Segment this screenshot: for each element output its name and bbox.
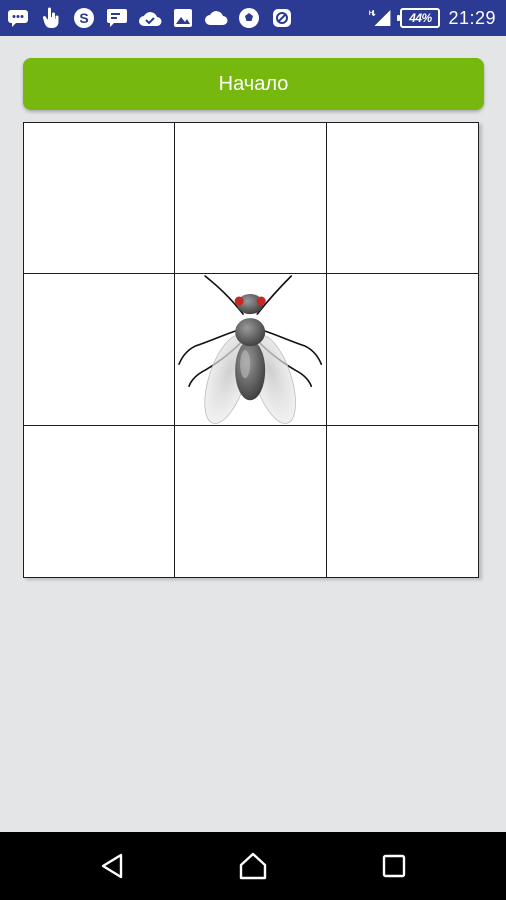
- battery-icon: 44%: [397, 8, 441, 28]
- game-board: [23, 122, 479, 578]
- cloud-icon: [204, 6, 228, 30]
- status-bar: S H 44% 21:29: [0, 0, 506, 36]
- fly-icon: [178, 275, 323, 425]
- notification-icons: S: [6, 6, 294, 30]
- home-icon[interactable]: [233, 846, 273, 886]
- cloud-check-icon: [138, 6, 162, 30]
- board-cell[interactable]: [175, 123, 327, 275]
- battery-percent: 44%: [409, 11, 432, 25]
- image-icon: [171, 6, 195, 30]
- skype-icon: S: [72, 6, 96, 30]
- svg-text:H: H: [369, 10, 374, 17]
- soccer-icon: [237, 6, 261, 30]
- recents-icon[interactable]: [374, 846, 414, 886]
- board-cell[interactable]: [326, 123, 478, 275]
- chat-icon: [105, 6, 129, 30]
- navigation-bar: [0, 832, 506, 900]
- board-cell[interactable]: [24, 123, 176, 275]
- board-cell[interactable]: [24, 274, 176, 426]
- signal-icon: H: [368, 6, 392, 30]
- board-cell[interactable]: [326, 274, 478, 426]
- board-cell-fly[interactable]: [175, 274, 327, 426]
- start-button[interactable]: Начало: [23, 58, 484, 110]
- back-icon[interactable]: [93, 846, 133, 886]
- board-cell[interactable]: [327, 426, 478, 577]
- message-icon: [6, 6, 30, 30]
- app-icon: [270, 6, 294, 30]
- hand-icon: [39, 6, 63, 30]
- status-right: H 44% 21:29: [368, 6, 496, 30]
- clock: 21:29: [448, 7, 496, 28]
- board-cell[interactable]: [24, 425, 176, 577]
- board-cell[interactable]: [175, 425, 327, 577]
- svg-text:S: S: [79, 10, 88, 26]
